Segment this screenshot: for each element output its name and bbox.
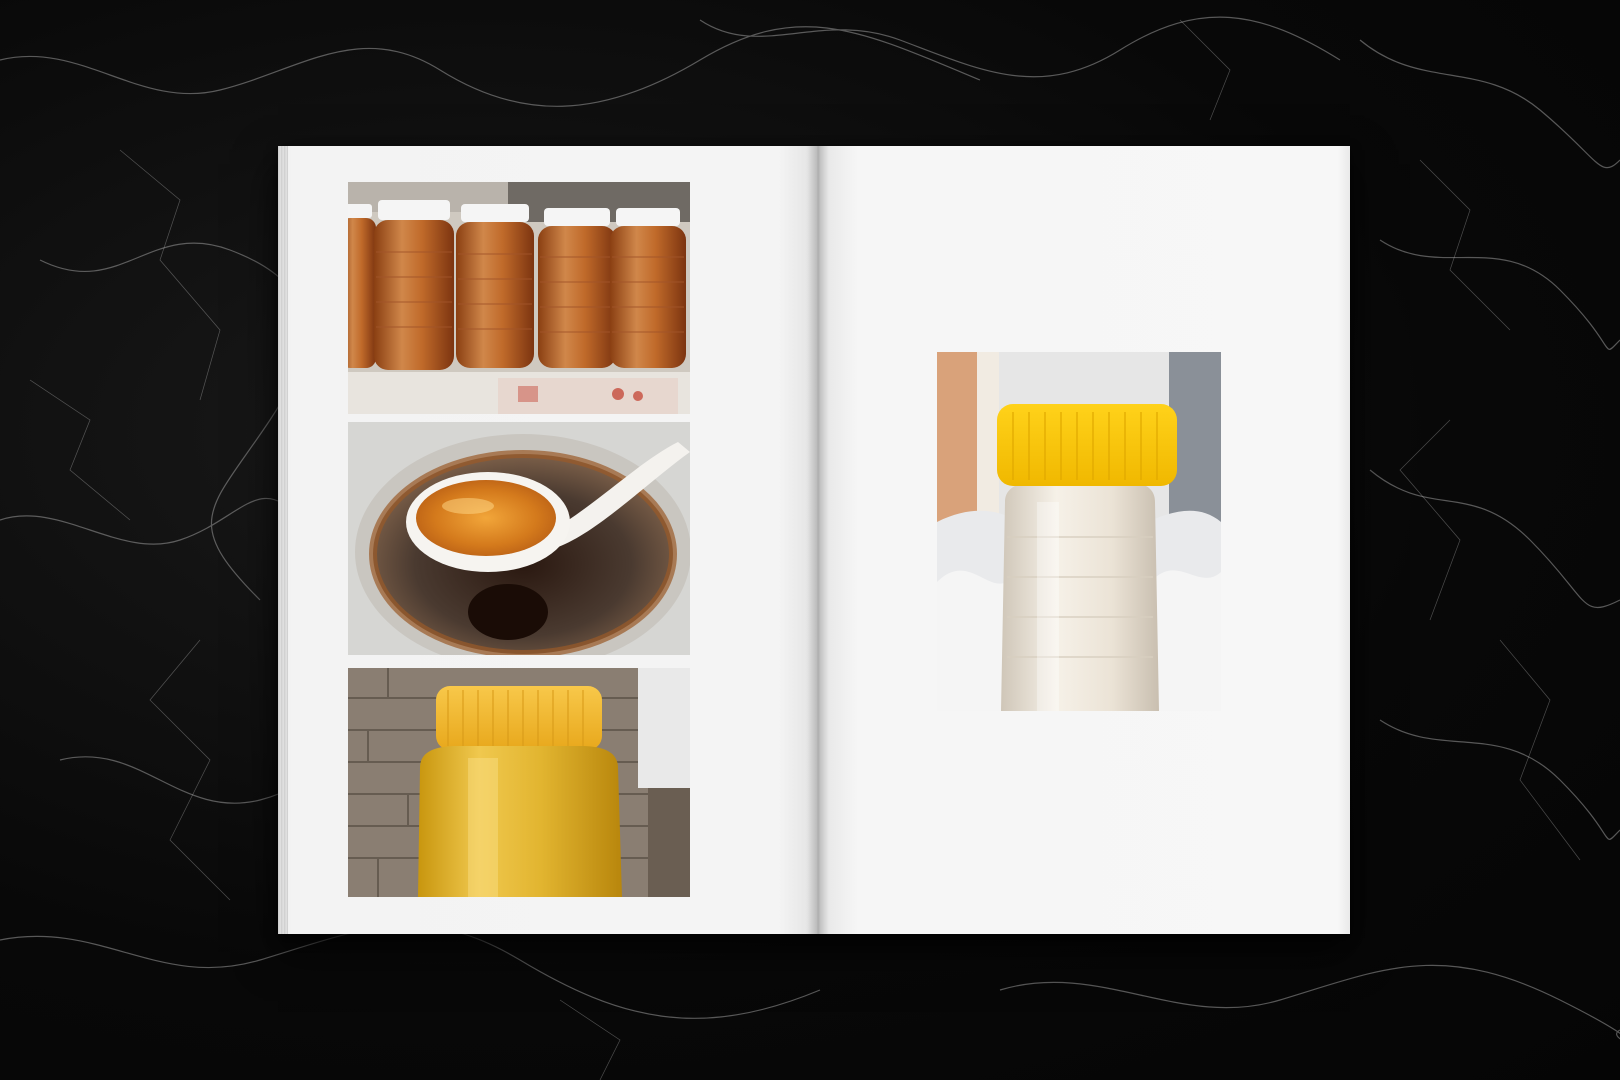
page-edges — [278, 146, 288, 934]
photo-golden-honey-jar — [348, 668, 690, 897]
photo-crystallized-honey-jar — [937, 352, 1221, 711]
photo-honey-jars-row — [348, 182, 690, 414]
book-gutter — [806, 146, 830, 934]
photo-honey-spoon — [348, 422, 690, 655]
honey-jars — [348, 200, 686, 370]
